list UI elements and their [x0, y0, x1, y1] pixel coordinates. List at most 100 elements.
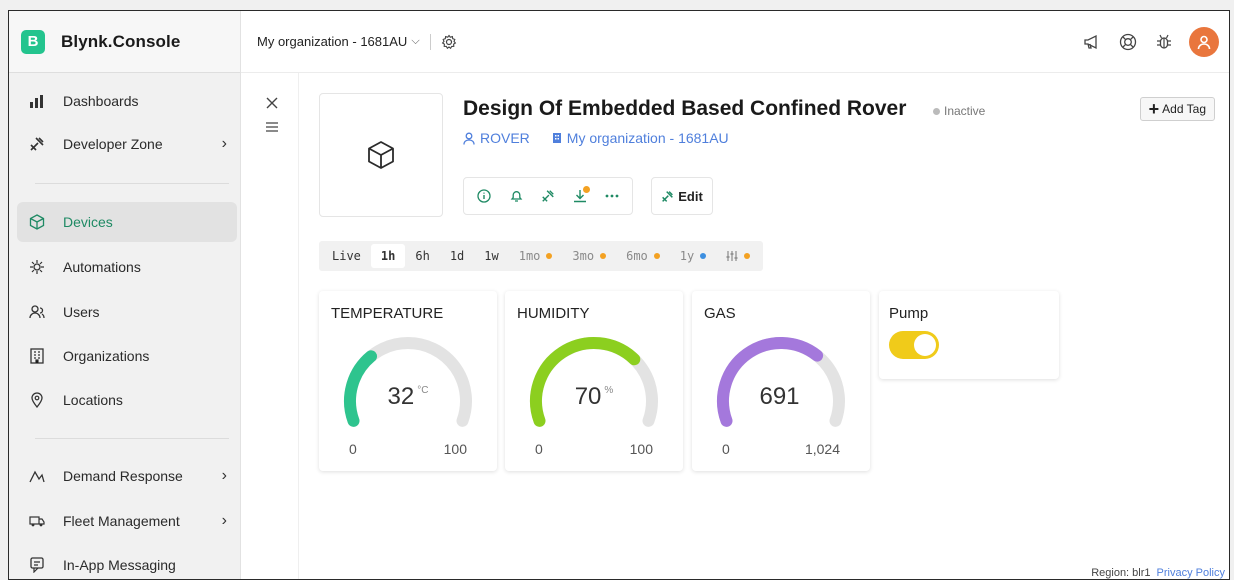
sidebar-item-demand-response[interactable]: Demand Response › — [17, 456, 237, 496]
add-tag-label: Add Tag — [1162, 102, 1206, 116]
template-link[interactable]: ROVER — [463, 130, 530, 146]
time-range-1h[interactable]: 1h — [370, 244, 406, 268]
demand-icon — [27, 469, 47, 483]
gauge-widget-humidity[interactable]: HUMIDITY 70% 0 100 — [505, 291, 683, 471]
sidebar-item-label: Devices — [63, 214, 113, 230]
add-tag-button[interactable]: + Add Tag — [1139, 97, 1215, 121]
gauge-min: 0 — [722, 441, 730, 457]
sidebar-item-organizations[interactable]: Organizations — [17, 336, 237, 376]
pump-toggle[interactable] — [889, 331, 939, 359]
bug-icon[interactable] — [1153, 31, 1175, 53]
time-range-label: 1w — [484, 249, 499, 263]
side-tools — [241, 73, 299, 579]
automation-icon — [27, 259, 47, 275]
sidebar-item-fleet-management[interactable]: Fleet Management › — [17, 501, 237, 541]
plus-icon: + — [1148, 99, 1160, 119]
organization-link[interactable]: My organization - 1681AU — [552, 130, 729, 146]
divider — [35, 438, 229, 439]
menu-icon[interactable] — [261, 117, 283, 137]
location-pin-icon — [27, 392, 47, 408]
user-icon — [463, 132, 475, 145]
sidebar-item-in-app-messaging[interactable]: In-App Messaging — [17, 545, 237, 579]
sidebar-item-automations[interactable]: Automations — [17, 247, 237, 287]
time-range-1y[interactable]: 1y — [670, 244, 716, 268]
switch-widget-pump: Pump — [879, 291, 1059, 379]
time-range-label: 1d — [449, 249, 465, 263]
time-range-1mo[interactable]: 1mo — [509, 244, 563, 268]
template-name: ROVER — [480, 130, 530, 146]
app-window: B Blynk.Console Dashboards Developer Zon… — [8, 10, 1230, 580]
tools-icon[interactable] — [534, 182, 562, 210]
tools-icon — [27, 136, 47, 152]
organization-name: My organization - 1681AU — [566, 130, 729, 146]
device-image[interactable] — [319, 93, 443, 217]
device-actions — [463, 177, 633, 215]
status-badge: Inactive — [933, 104, 985, 118]
sidebar-item-users[interactable]: Users — [17, 292, 237, 332]
sidebar-item-dashboards[interactable]: Dashboards — [17, 81, 237, 121]
gauge-max: 100 — [629, 441, 653, 457]
sidebar: B Blynk.Console Dashboards Developer Zon… — [9, 11, 241, 579]
time-range-label: 6h — [415, 249, 430, 263]
divider — [35, 183, 229, 184]
info-icon[interactable] — [470, 182, 498, 210]
time-range-1w[interactable]: 1w — [474, 244, 508, 268]
device-page: Design Of Embedded Based Confined Rover … — [241, 73, 1229, 579]
settings-gear-icon[interactable] — [441, 34, 457, 50]
brand[interactable]: B Blynk.Console — [9, 11, 240, 73]
bell-icon[interactable] — [502, 182, 530, 210]
chevron-right-icon: › — [221, 135, 227, 152]
device-meta: ROVER My organization - 1681AU — [463, 130, 729, 146]
sidebar-item-devices[interactable]: Devices — [17, 202, 237, 242]
close-icon[interactable] — [261, 93, 283, 113]
divider — [429, 33, 431, 50]
app-name: Blynk.Console — [61, 31, 181, 51]
gauge-min: 0 — [349, 441, 357, 457]
time-range-label: 6mo — [626, 249, 648, 263]
download-icon[interactable] — [566, 182, 594, 210]
time-range-6mo[interactable]: 6mo — [616, 244, 670, 268]
chevron-right-icon: › — [221, 467, 227, 484]
sidebar-item-label: In-App Messaging — [63, 557, 176, 573]
premium-dot — [744, 253, 751, 259]
edit-button[interactable]: Edit — [651, 177, 713, 215]
device-title: Design Of Embedded Based Confined Rover — [463, 97, 907, 120]
sidebar-item-developer-zone[interactable]: Developer Zone › — [17, 124, 237, 164]
chevron-down-icon: ⌵ — [411, 35, 420, 47]
gauge-arc — [530, 337, 658, 427]
gauge-max: 100 — [443, 441, 467, 457]
users-icon — [27, 304, 47, 320]
sidebar-item-label: Developer Zone — [63, 136, 163, 152]
time-range-live[interactable]: Live — [322, 244, 371, 268]
premium-dot — [653, 253, 660, 259]
sidebar-item-label: Users — [63, 304, 100, 320]
time-range-3mo[interactable]: 3mo — [562, 244, 616, 268]
blynk-logo: B — [21, 29, 45, 54]
sidebar-item-label: Demand Response — [63, 468, 183, 484]
announcement-icon[interactable] — [1081, 31, 1103, 53]
user-avatar[interactable] — [1189, 27, 1219, 57]
gauge-widget-gas[interactable]: GAS 691 0 1,024 — [692, 291, 870, 471]
gauge-value: 691 — [759, 383, 800, 410]
toggle-knob — [914, 334, 936, 356]
organization-selector[interactable]: My organization - 1681AU ⌵ — [257, 34, 420, 49]
time-range-6h[interactable]: 6h — [405, 244, 439, 268]
gauge-widget-temperature[interactable]: TEMPERATURE 32 °C 0 100 — [319, 291, 497, 471]
edit-label: Edit — [678, 188, 703, 204]
help-lifebuoy-icon[interactable] — [1117, 31, 1139, 53]
premium-dot — [600, 253, 607, 259]
sidebar-item-label: Organizations — [63, 348, 150, 364]
gauge-min: 0 — [535, 441, 543, 457]
privacy-policy-link[interactable]: Privacy Policy — [1157, 567, 1225, 579]
chevron-right-icon: › — [221, 512, 227, 529]
region-text: Region: blr1 — [1091, 567, 1151, 579]
gauge-max: 1,024 — [804, 441, 840, 457]
gauge-value: 70% — [574, 383, 614, 410]
time-range-1d[interactable]: 1d — [440, 244, 474, 268]
more-icon[interactable] — [598, 182, 626, 210]
time-range-custom[interactable] — [716, 244, 760, 268]
time-range-label: 1y — [679, 249, 695, 263]
premium-dot — [700, 253, 707, 259]
sidebar-item-locations[interactable]: Locations — [17, 380, 237, 420]
gauge-arc — [344, 337, 472, 427]
